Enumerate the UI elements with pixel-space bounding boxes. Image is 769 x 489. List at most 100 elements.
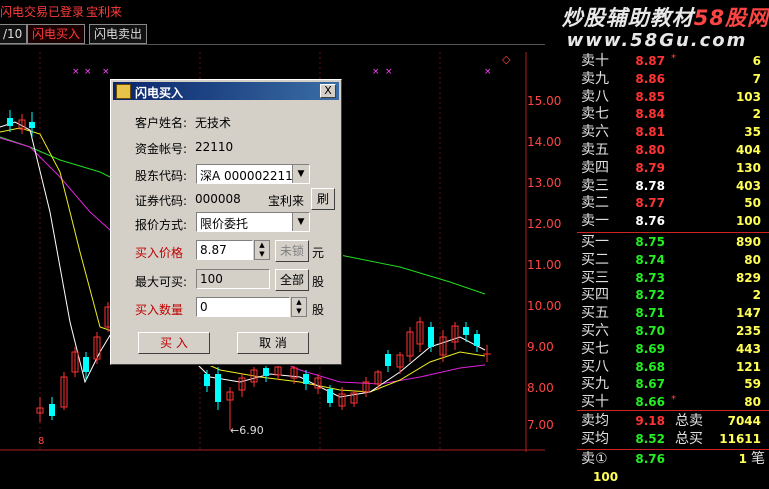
sell-level-label: 卖八: [581, 88, 609, 105]
buy-row[interactable]: 买二 8.74 80: [577, 251, 769, 269]
buy-level-volume: 80: [744, 395, 761, 410]
sell-level-volume: 100: [735, 214, 761, 229]
tab-flash-buy[interactable]: 闪电买入: [27, 24, 86, 44]
buy-level-price: 8.72: [635, 288, 665, 303]
avg-sell-row: 卖均 9.18 总卖 7044: [577, 412, 769, 430]
chevron-up-icon[interactable]: ▲: [255, 241, 269, 250]
sell-row[interactable]: 卖二 8.77 50: [577, 194, 769, 212]
sell-level-price: 8.85: [635, 89, 665, 104]
sell-level-volume: 103: [735, 89, 761, 104]
buy-row[interactable]: 买一 8.75 890: [577, 233, 769, 251]
total-buy-label: 总买: [675, 431, 703, 447]
quantity-input[interactable]: 0: [196, 297, 290, 317]
security-code: 000008: [195, 192, 241, 206]
watermark-title: 炒股辅助教材58股网: [545, 2, 769, 30]
svg-text:×: ×: [102, 67, 110, 77]
chevron-down-icon[interactable]: ▼: [292, 165, 309, 183]
price-label: 买入价格: [135, 246, 184, 260]
quantity-stepper[interactable]: ▲ ▼: [291, 297, 307, 317]
sell-row[interactable]: 卖六 8.81 35: [577, 123, 769, 141]
sell-row[interactable]: 卖十 8.87 * 6: [577, 52, 769, 70]
buy-row[interactable]: 买五 8.71 147: [577, 304, 769, 322]
buy-level-price: 8.75: [635, 235, 665, 249]
buy-level-volume: 2: [752, 288, 761, 303]
buy-row[interactable]: 买三 8.73 829: [577, 269, 769, 287]
y-tick: 11.00: [527, 258, 562, 272]
total-buy-volume: 11611: [719, 432, 761, 446]
buy-level-label: 买八: [581, 358, 609, 375]
buy-row[interactable]: 买十 8.66 * 80: [577, 393, 769, 411]
buy-level-label: 买九: [581, 376, 609, 393]
sell-level-volume: 35: [744, 125, 761, 140]
sell-level-volume: 7: [752, 71, 761, 86]
sell-row[interactable]: 卖五 8.80 404: [577, 141, 769, 159]
y-tick: 13.00: [527, 176, 562, 190]
total-sell-label: 总卖: [675, 413, 703, 429]
queue-detail-volume: 100: [593, 470, 619, 484]
price-unit: 元: [312, 246, 325, 260]
chart-marker: ◇: [502, 53, 511, 66]
cancel-button[interactable]: 取 消: [237, 332, 309, 354]
refresh-button[interactable]: 刷: [311, 188, 335, 210]
customer-value: 无技术: [195, 116, 232, 130]
sell-row[interactable]: 卖七 8.84 2: [577, 105, 769, 123]
tab-flash-sell[interactable]: 闪电卖出: [89, 24, 148, 44]
buy-all-button[interactable]: 全部: [275, 269, 309, 291]
chevron-down-icon[interactable]: ▼: [292, 213, 309, 231]
low-price-annotation: ←6.90: [230, 424, 264, 437]
watermark-text-a: 炒股辅助教材: [561, 6, 694, 30]
lock-price-button[interactable]: 未锁: [275, 240, 309, 262]
sell-row[interactable]: 卖八 8.85 103: [577, 88, 769, 106]
sell-row[interactable]: 卖三 8.78 403: [577, 177, 769, 195]
price-input[interactable]: 8.87: [196, 240, 253, 260]
sell-row[interactable]: 卖九 8.86 7: [577, 70, 769, 88]
holder-select[interactable]: 深A 0000022110 ▼: [196, 164, 310, 184]
buy-level-volume: 80: [744, 252, 761, 267]
y-tick: 8.00: [527, 381, 554, 395]
queue-price: 8.76: [635, 452, 665, 466]
close-button[interactable]: X: [320, 84, 336, 98]
buy-level-price: 8.67: [635, 377, 665, 392]
sell-level-label: 卖九: [581, 70, 609, 87]
chevron-down-icon[interactable]: ▼: [255, 250, 269, 259]
dialog-titlebar[interactable]: 闪电买入 X: [113, 82, 339, 100]
avg-buy-row: 买均 8.52 总买 11611: [577, 430, 769, 448]
sell-level-price: 8.86: [635, 71, 665, 86]
buy-level-price: 8.70: [635, 324, 665, 338]
buy-level-label: 买四: [581, 287, 609, 304]
svg-text:×: ×: [484, 67, 492, 77]
chevron-down-icon[interactable]: ▼: [292, 307, 306, 316]
sell-level-label: 卖六: [581, 124, 609, 141]
svg-text:×: ×: [72, 67, 80, 77]
buy-row[interactable]: 买七 8.69 443: [577, 340, 769, 358]
buy-level-volume: 443: [735, 341, 761, 356]
buy-row[interactable]: 买八 8.68 121: [577, 358, 769, 376]
buy-level-volume: 829: [735, 270, 761, 285]
buy-row[interactable]: 买六 8.70 235: [577, 322, 769, 340]
tab-period[interactable]: /10: [0, 24, 28, 44]
y-tick: 9.00: [527, 340, 554, 354]
buy-row[interactable]: 买九 8.67 59: [577, 375, 769, 393]
sell-level-label: 卖三: [581, 177, 609, 194]
chevron-up-icon[interactable]: ▲: [292, 298, 306, 307]
buy-level-label: 买十: [581, 394, 609, 411]
quote-select[interactable]: 限价委托 ▼: [196, 212, 310, 232]
sell-row[interactable]: 卖一 8.76 100: [577, 212, 769, 230]
buy-row[interactable]: 买四 8.72 2: [577, 286, 769, 304]
buy-level-label: 买一: [581, 234, 609, 250]
sell-level-price: 8.81: [635, 125, 665, 140]
sell-level-price: 8.78: [635, 178, 665, 193]
account-value: 22110: [195, 140, 234, 154]
sell-level-volume: 404: [735, 143, 761, 157]
sell-row[interactable]: 卖四 8.79 130: [577, 159, 769, 177]
sell-level-volume: 6: [752, 54, 761, 68]
queue-unit: 笔: [751, 451, 765, 467]
avg-buy-price: 8.52: [635, 432, 665, 446]
buy-button[interactable]: 买 入: [138, 332, 210, 354]
buy-level-volume: 147: [735, 306, 761, 321]
price-stepper[interactable]: ▲ ▼: [254, 240, 270, 260]
sell-level-label: 卖一: [581, 213, 609, 230]
buy-level-label: 买二: [581, 251, 609, 268]
buy-level-price: 8.74: [635, 252, 665, 267]
y-tick: 14.00: [527, 135, 562, 149]
